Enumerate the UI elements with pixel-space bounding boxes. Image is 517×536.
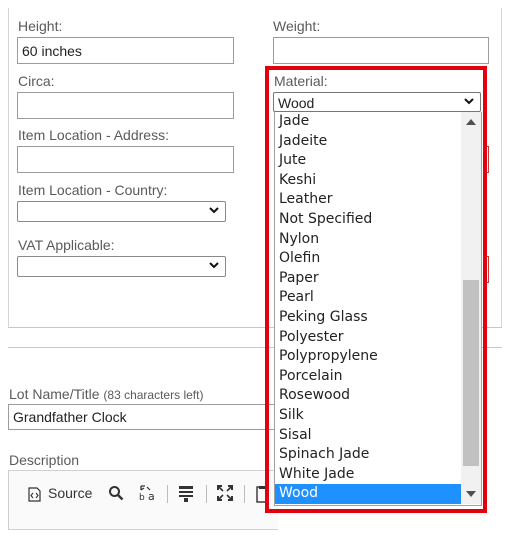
- block-icon[interactable]: [178, 485, 194, 503]
- vat-applicable-label: VAT Applicable:: [18, 237, 115, 253]
- characters-left-hint: (83 characters left): [103, 388, 204, 402]
- replace-icon[interactable]: ba: [138, 484, 158, 502]
- material-option[interactable]: Leather: [275, 190, 461, 210]
- chevron-down-icon: [209, 207, 219, 214]
- material-option[interactable]: Polypropylene: [275, 347, 461, 367]
- material-option[interactable]: Porcelain: [275, 367, 461, 387]
- material-option[interactable]: Nylon: [275, 230, 461, 250]
- svg-text:a: a: [148, 490, 155, 502]
- lot-name-input[interactable]: Grandfather Clock: [8, 404, 278, 430]
- lot-name-label-text: Lot Name/Title: [9, 386, 100, 402]
- lot-name-label: Lot Name/Title (83 characters left): [9, 386, 203, 402]
- scrollbar-thumb[interactable]: [463, 280, 479, 466]
- height-label: Height:: [18, 18, 63, 34]
- scroll-up-arrow-icon[interactable]: [466, 118, 476, 126]
- toolbar-separator: [244, 485, 245, 503]
- chevron-down-icon: [209, 262, 219, 269]
- material-label: Material:: [274, 73, 328, 89]
- material-selected-value: Wood: [278, 95, 315, 111]
- toolbar-separator: [206, 485, 207, 503]
- circa-input[interactable]: [17, 92, 234, 119]
- editor-toolbar: Source ba: [28, 483, 278, 505]
- material-option[interactable]: Rosewood: [275, 386, 461, 406]
- weight-input[interactable]: [273, 37, 489, 64]
- source-label: Source: [48, 485, 93, 501]
- maximize-icon[interactable]: [217, 485, 233, 501]
- material-option[interactable]: Sisal: [275, 426, 461, 446]
- material-select[interactable]: Wood: [273, 92, 481, 112]
- material-option[interactable]: Spinach Jade: [275, 445, 461, 465]
- material-option[interactable]: Silk: [275, 406, 461, 426]
- material-option[interactable]: White Jade: [275, 465, 461, 485]
- material-option[interactable]: Olefin: [275, 249, 461, 269]
- material-option[interactable]: Jade: [275, 112, 461, 132]
- toolbar-separator: [167, 485, 168, 503]
- chevron-down-icon: [464, 98, 474, 105]
- material-options-list: Jade Jadeite Jute Keshi Leather Not Specified…: [274, 112, 482, 506]
- weight-label: Weight:: [273, 18, 321, 34]
- list-scrollbar[interactable]: [461, 112, 481, 504]
- scroll-down-arrow-icon[interactable]: [466, 490, 476, 498]
- material-option[interactable]: Polyester: [275, 328, 461, 348]
- material-option[interactable]: Wood: [275, 484, 461, 504]
- material-option[interactable]: Paper: [275, 269, 461, 289]
- svg-text:b: b: [139, 493, 145, 502]
- circa-label: Circa:: [18, 73, 55, 89]
- source-icon: [28, 487, 41, 502]
- material-option[interactable]: Pearl: [275, 288, 461, 308]
- item-location-country-label: Item Location - Country:: [18, 182, 168, 198]
- description-label: Description: [9, 452, 80, 468]
- material-option[interactable]: Jadeite: [275, 132, 461, 152]
- height-input[interactable]: 60 inches: [17, 37, 234, 64]
- material-option[interactable]: Jute: [275, 151, 461, 171]
- material-option[interactable]: Keshi: [275, 171, 461, 191]
- vat-applicable-select[interactable]: [17, 256, 226, 277]
- material-option[interactable]: Peking Glass: [275, 308, 461, 328]
- material-option[interactable]: Not Specified: [275, 210, 461, 230]
- item-location-country-select[interactable]: [17, 201, 226, 222]
- item-location-address-input[interactable]: [17, 146, 234, 173]
- item-location-address-label: Item Location - Address:: [18, 127, 169, 143]
- find-icon[interactable]: [108, 485, 124, 501]
